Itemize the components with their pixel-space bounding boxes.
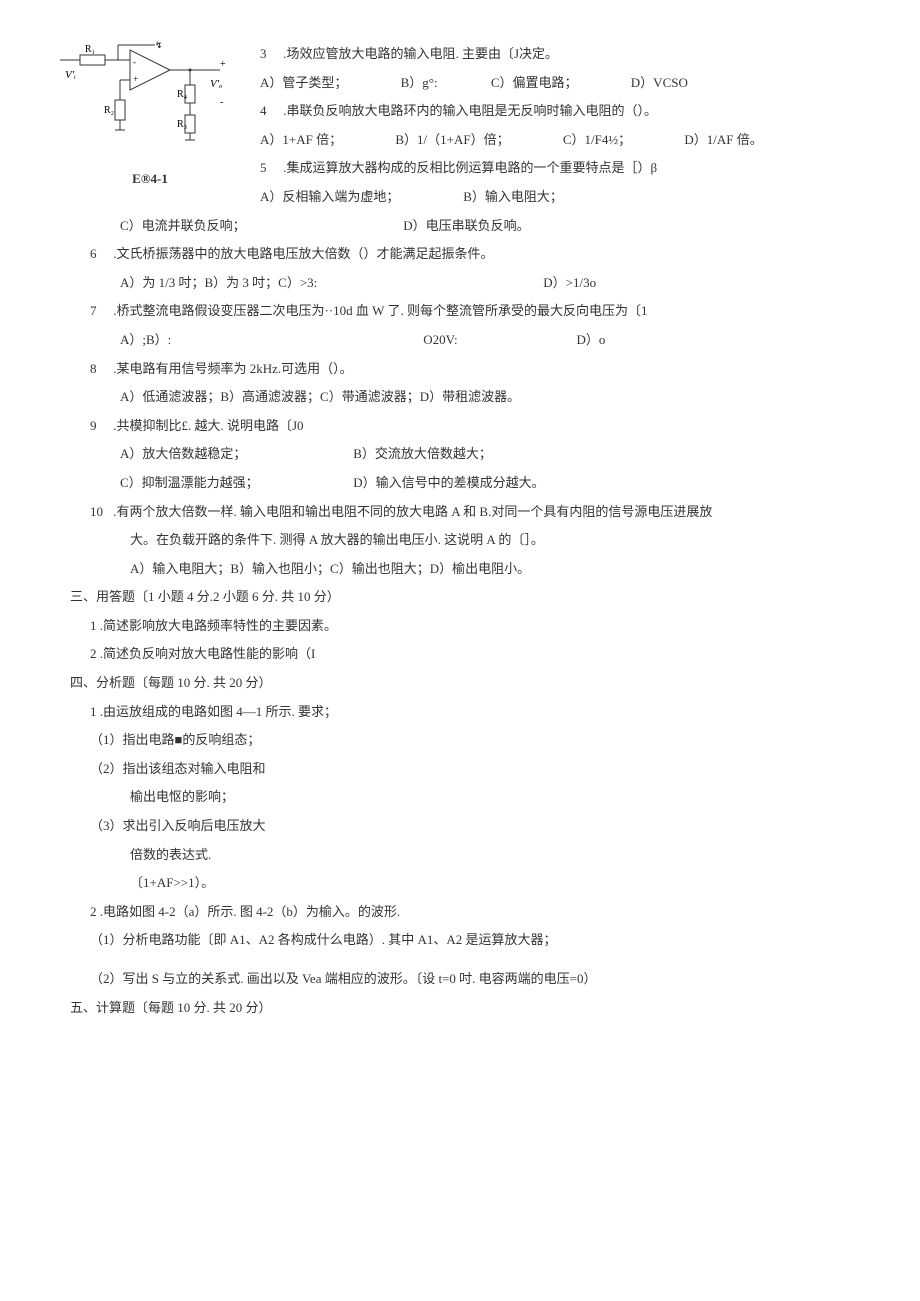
question-7-options: A）;B）: O20V: D）o [120, 326, 860, 355]
sec4-q1-3b: 倍数的表达式. [130, 841, 860, 870]
question-10-cont: 大。在负载开路的条件下. 测得 A 放大器的输出电压小. 这说明 A 的〔］。 [130, 526, 860, 555]
svg-text:+: + [133, 74, 138, 84]
sec4-q1: 1 .由运放组成的电路如图 4—1 所示. 要求； [90, 698, 860, 727]
svg-text:R₄: R₄ [177, 89, 188, 100]
question-6-options: A）为 1/3 吋；B）为 3 吋；C）>3: D）>1/3o [120, 269, 860, 298]
sec3-q1: 1 .简述影响放大电路频率特性的主要因素。 [90, 612, 860, 641]
svg-text:V'ₒ: V'ₒ [210, 78, 222, 90]
sec4-q1-3c: 〔1+AF>>1）。 [130, 869, 860, 898]
section-5-header: 五、计算题〔每题 10 分. 共 20 分） [70, 994, 860, 1023]
section-3-header: 三、用答题〔1 小题 4 分.2 小题 6 分. 共 10 分） [70, 583, 860, 612]
svg-text:R₁: R₁ [85, 44, 95, 55]
sec4-q2-2: （2）写出 S 与立的关系式. 画出以及 Vea 端相应的波形。〔设 t=0 吋… [90, 965, 860, 994]
circuit-figure: R₁ V'ᵢ - + R₂ R₄ R₃ + V'ₒ - [60, 40, 240, 194]
question-9-options-cd: C）抑制温漂能力越强； D）输入信号中的差模成分越大。 [120, 469, 860, 498]
sec3-q2: 2 .简述负反响对放大电路性能的影响（I [90, 640, 860, 669]
sec4-q1-2: （2）指出该组态对输入电阻和 [90, 755, 860, 784]
question-10-options: A）输入电阻大；B）输入也阻小；C）输出也阻大；D）榆出电阻小。 [130, 555, 860, 584]
opamp-circuit-svg: R₁ V'ᵢ - + R₂ R₄ R₃ + V'ₒ - [60, 40, 240, 160]
svg-text:R₃: R₃ [177, 119, 187, 130]
svg-text:+: + [220, 59, 226, 70]
question-10: 10 .有两个放大倍数一样. 输入电阻和输出电阻不同的放大电路 A 和 B.对同… [90, 498, 860, 527]
sec4-q2: 2 .电路如图 4-2（a）所示. 图 4-2（b）为榆入。的波形. [90, 898, 860, 927]
section-4-header: 四、分析题〔每题 10 分. 共 20 分） [70, 669, 860, 698]
question-5-options-cd: C）电流并联负反响； D）电压串联负反响。 [120, 212, 860, 241]
circuit-caption: E®4-1 [60, 165, 240, 194]
sec4-q2-1: （1）分析电路功能〔即 A1、A2 各构成什么电路）. 其中 A1、A2 是运算… [90, 926, 860, 955]
question-8-options: A）低通滤波器；B）高通滤波器；C）带通滤波器；D）带租滤波器。 [120, 383, 860, 412]
sec4-q1-3: （3）求出引入反响后电压放大 [90, 812, 860, 841]
svg-text:R₂: R₂ [104, 105, 114, 116]
question-9-options-ab: A）放大倍数越稳定； B）交流放大倍数越大； [120, 440, 860, 469]
sec4-q1-1: （1）指出电路■的反响组态； [90, 726, 860, 755]
sec4-q1-2b: 榆出电怄的影响； [130, 783, 860, 812]
svg-text:↯: ↯ [155, 40, 163, 50]
question-9: 9 .共模抑制比£. 越大. 说明电路〔J0 [90, 412, 860, 441]
question-8: 8 .某电路有用信号频率为 2kHz.可选用（）。 [90, 355, 860, 384]
question-7: 7 .桥式整流电路假设变压器二次电压为··10d 血 W 了. 则每个整流管所承… [90, 297, 860, 326]
svg-text:V'ᵢ: V'ᵢ [65, 69, 76, 81]
question-6: 6 .文氏桥振荡器中的放大电路电压放大倍数（）才能满足起振条件。 [90, 240, 860, 269]
svg-text:-: - [133, 57, 136, 67]
svg-text:-: - [220, 97, 223, 108]
